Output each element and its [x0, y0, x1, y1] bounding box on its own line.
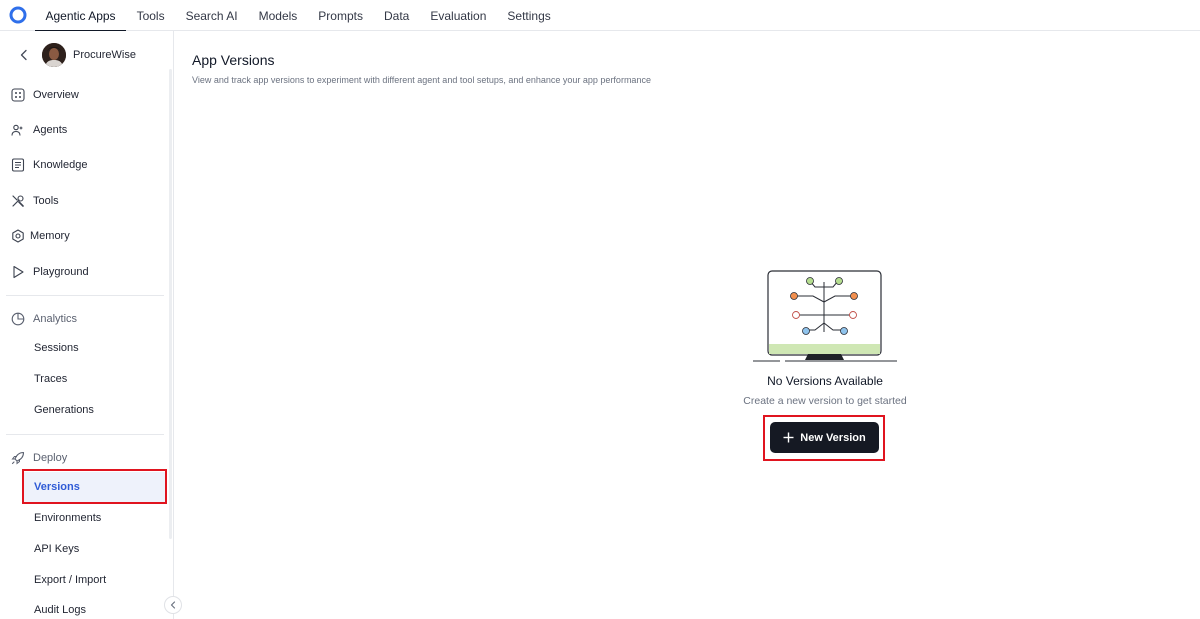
sidebar-item-label: Tools [33, 195, 59, 207]
sidebar-group-deploy[interactable]: Deploy [0, 446, 168, 470]
empty-state-title: No Versions Available [767, 374, 883, 388]
tools-icon [11, 194, 25, 208]
page-title: App Versions [192, 52, 275, 68]
empty-state-subtitle: Create a new version to get started [743, 395, 907, 407]
sidebar-group-label: Deploy [33, 452, 68, 464]
sidebar-item-api-keys[interactable]: API Keys [23, 534, 166, 564]
sidebar-item-playground[interactable]: Playground [0, 259, 168, 285]
rocket-icon [11, 451, 25, 465]
nav-prompts[interactable]: Prompts [308, 0, 374, 31]
sidebar-item-label: Memory [30, 230, 70, 242]
sidebar-item-sessions[interactable]: Sessions [23, 333, 166, 363]
main-content: App Versions View and track app versions… [175, 31, 1200, 619]
sidebar-item-export-import[interactable]: Export / Import [23, 565, 166, 595]
sidebar-item-tools[interactable]: Tools [0, 188, 168, 214]
overview-icon [11, 88, 25, 102]
new-version-highlight-box [763, 415, 885, 461]
sidebar-item-audit-logs[interactable]: Audit Logs [23, 595, 166, 619]
sidebar-item-overview[interactable]: Overview [0, 82, 168, 108]
nav-data[interactable]: Data [373, 0, 419, 31]
app-header: ProcureWise [0, 42, 174, 70]
sidebar-divider [6, 434, 164, 435]
sidebar-item-generations[interactable]: Generations [23, 395, 166, 425]
app-name[interactable]: ProcureWise [73, 49, 136, 61]
empty-state-illustration [753, 270, 897, 362]
nav-settings[interactable]: Settings [497, 0, 561, 31]
sidebar-item-memory[interactable]: Memory [0, 223, 168, 249]
sidebar-item-knowledge[interactable]: Knowledge [0, 152, 168, 178]
sidebar-item-label: Knowledge [33, 159, 88, 171]
sidebar-group-analytics[interactable]: Analytics [0, 307, 168, 331]
sidebar: ProcureWise Overview Agents Knowledge To… [0, 31, 174, 619]
memory-icon [11, 229, 25, 243]
logo-icon[interactable] [9, 6, 27, 24]
nav-evaluation[interactable]: Evaluation [420, 0, 497, 31]
sidebar-divider [6, 295, 164, 296]
sidebar-item-label: Overview [33, 89, 79, 101]
main-nav: Agentic Apps Tools Search AI Models Prom… [35, 0, 561, 32]
sidebar-scrollbar[interactable] [169, 69, 172, 539]
versions-highlight-box [22, 469, 167, 504]
nav-search-ai[interactable]: Search AI [175, 0, 248, 31]
nav-tools[interactable]: Tools [126, 0, 175, 31]
nav-agentic-apps[interactable]: Agentic Apps [35, 0, 127, 32]
knowledge-icon [11, 158, 25, 172]
play-icon [11, 265, 25, 279]
sidebar-item-label: Agents [33, 124, 68, 136]
nav-models[interactable]: Models [248, 0, 308, 31]
app-avatar [42, 43, 66, 67]
top-navigation-bar: Agentic Apps Tools Search AI Models Prom… [0, 0, 1200, 32]
page-subtitle: View and track app versions to experimen… [192, 75, 651, 85]
sidebar-group-label: Analytics [33, 313, 78, 325]
agents-icon [11, 123, 25, 137]
sidebar-item-traces[interactable]: Traces [23, 364, 166, 394]
pie-chart-icon [11, 312, 25, 326]
sidebar-item-environments[interactable]: Environments [23, 503, 166, 533]
back-chevron-icon[interactable] [18, 49, 30, 61]
sidebar-item-label: Playground [33, 266, 89, 278]
sidebar-item-agents[interactable]: Agents [0, 117, 168, 143]
